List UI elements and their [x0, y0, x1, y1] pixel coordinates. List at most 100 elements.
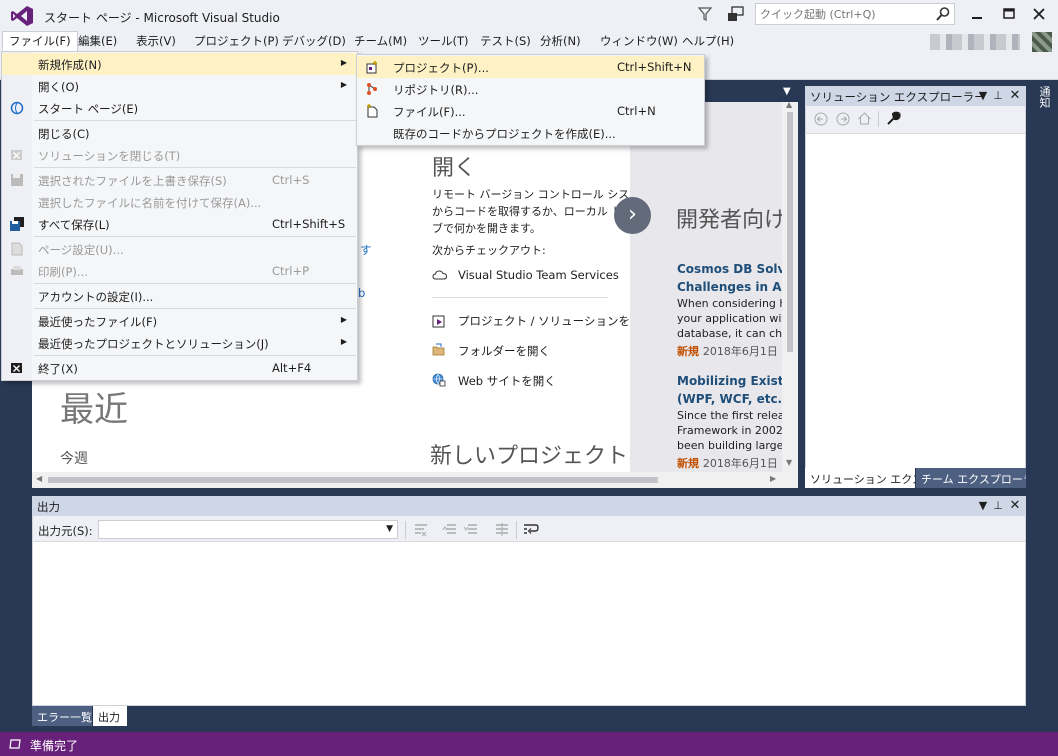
menu-tools[interactable]: ツール(T) [412, 32, 475, 50]
clear-all-icon[interactable] [493, 521, 511, 539]
news-item[interactable]: Mobilizing Existin (WPF, WCF, etc.) Sinc… [677, 372, 782, 471]
menu-edit[interactable]: 編集(E) [72, 32, 123, 50]
news-item[interactable]: Cosmos DB Solve Challenges in App When c… [677, 260, 782, 359]
cloud-icon [432, 270, 448, 280]
start-page-vertical-scrollbar[interactable]: ▲ ▼ [782, 102, 798, 472]
submenu-arrow-icon: ▶ [340, 315, 347, 324]
menu-analyze[interactable]: 分析(N) [534, 32, 587, 50]
menu-item-project-from-existing-code[interactable]: 既存のコードからプロジェクトを作成(E)... [357, 122, 704, 144]
solution-explorer-title: ソリューション エクスプローラー [810, 90, 986, 104]
tab-team-explorer[interactable]: チーム エクスプローラー [916, 468, 1026, 488]
menu-item-new-repository[interactable]: リポジトリ(R)... [357, 78, 704, 100]
menu-item-print[interactable]: 印刷(P)... Ctrl+P [2, 260, 357, 282]
wrench-icon[interactable] [886, 111, 901, 126]
menu-item-close-solution[interactable]: ソリューションを閉じる(T) [2, 144, 357, 166]
file-menu-dropdown: 新規作成(N) ▶ 開く(O) ▶ スタート ページ(E) 閉じる(C) ソリュ… [1, 51, 358, 381]
start-page-partial-link[interactable]: す [360, 242, 372, 258]
submenu-arrow-icon: ▶ [340, 80, 347, 89]
menu-item-recent-projects[interactable]: 最近使ったプロジェクトとソリューション(J) ▶ [2, 332, 357, 354]
vsts-link[interactable]: Visual Studio Team Services [458, 268, 619, 282]
open-heading: 開く [432, 156, 477, 181]
menu-item-new-project[interactable]: プロジェクト(P)... Ctrl+Shift+N [357, 56, 704, 78]
scroll-thumb[interactable] [48, 477, 658, 483]
output-title-bar[interactable] [32, 496, 1026, 516]
menu-item-new[interactable]: 新規作成(N) ▶ [2, 53, 357, 75]
chevron-down-icon[interactable]: ▼ [976, 89, 990, 103]
next-message-icon[interactable] [462, 521, 480, 539]
maximize-button[interactable] [997, 5, 1021, 23]
menu-window[interactable]: ウィンドウ(W) [594, 32, 684, 50]
scroll-thumb[interactable] [787, 112, 793, 352]
start-page-horizontal-scrollbar[interactable]: ◀ ▶ [32, 472, 784, 488]
menu-item-save-all[interactable]: すべて保存(L) Ctrl+Shift+S [2, 213, 357, 235]
output-title: 出力 [37, 500, 60, 514]
new-badge: 新規 [677, 345, 699, 358]
menu-debug[interactable]: デバッグ(D) [276, 32, 352, 50]
quick-launch-input[interactable] [756, 4, 932, 24]
open-website-link[interactable]: Web サイトを開く [458, 373, 556, 389]
quick-launch-box[interactable] [755, 3, 955, 25]
menu-help[interactable]: ヘルプ(H) [676, 32, 740, 50]
menu-item-page-setup[interactable]: ページ設定(U)... [2, 238, 357, 260]
menu-item-close[interactable]: 閉じる(C) [2, 122, 357, 144]
menu-item-exit[interactable]: 終了(X) Alt+F4 [2, 357, 357, 379]
news-heading: 開発者向け [676, 208, 782, 233]
menu-item-new-file[interactable]: ファイル(F)... Ctrl+N [357, 100, 704, 122]
scroll-right-icon[interactable]: ▶ [770, 474, 776, 483]
menu-separator [34, 355, 356, 356]
forward-icon[interactable] [836, 112, 850, 126]
this-week-label: 今週 [60, 451, 88, 467]
close-icon[interactable]: ✕ [1008, 89, 1022, 103]
tab-output[interactable]: 出力 [93, 706, 127, 726]
menu-item-save-as[interactable]: 選択したファイルに名前を付けて保存(A)... [2, 191, 357, 213]
toggle-word-wrap-icon[interactable] [522, 521, 540, 539]
pin-icon[interactable]: ⊥ [991, 499, 1005, 513]
visual-studio-logo-icon [11, 6, 33, 26]
close-icon[interactable]: ✕ [1008, 499, 1022, 513]
menu-test[interactable]: テスト(S) [474, 32, 537, 50]
notifications-tab[interactable]: 通知 [1030, 86, 1052, 116]
menu-view[interactable]: 表示(V) [130, 32, 182, 50]
pin-icon[interactable]: ⊥ [991, 89, 1005, 103]
chevron-down-icon[interactable]: ▼ [386, 524, 393, 534]
menu-item-open[interactable]: 開く(O) ▶ [2, 75, 357, 97]
start-page-partial-link[interactable]: b [358, 286, 365, 300]
close-window-button[interactable] [1027, 5, 1051, 23]
tab-error-list[interactable]: エラー一覧 [32, 706, 92, 726]
tab-solution-explorer[interactable]: ソリューション エクス... [805, 468, 915, 488]
previous-message-icon[interactable] [441, 521, 459, 539]
menu-item-recent-files[interactable]: 最近使ったファイル(F) ▶ [2, 310, 357, 332]
chevron-down-icon[interactable]: ▼ [976, 499, 990, 513]
menu-item-start-page[interactable]: スタート ページ(E) [2, 97, 357, 119]
open-project-link[interactable]: プロジェクト / ソリューションを開く [458, 313, 653, 329]
scroll-down-icon[interactable]: ▼ [786, 458, 792, 467]
account-avatar[interactable] [1032, 32, 1052, 52]
menu-team[interactable]: チーム(M) [348, 32, 413, 50]
menu-file[interactable]: ファイル(F) [2, 31, 78, 52]
new-submenu: プロジェクト(P)... Ctrl+Shift+N リポジトリ(R)... ファ… [356, 54, 705, 146]
news-date: 2018年6月1日 [702, 457, 778, 470]
search-icon[interactable] [935, 6, 951, 22]
menu-item-save[interactable]: 選択されたファイルを上書き保存(S) Ctrl+S [2, 169, 357, 191]
repository-icon [367, 83, 377, 95]
menu-item-account-settings[interactable]: アカウントの設定(I)... [2, 285, 357, 307]
document-list-dropdown[interactable]: ▼ [783, 86, 797, 100]
menu-project[interactable]: プロジェクト(P) [188, 32, 285, 50]
minimize-button[interactable] [965, 5, 989, 23]
new-project-icon [366, 61, 377, 74]
scroll-up-icon[interactable]: ▲ [786, 102, 792, 109]
toolbar-divider [878, 111, 879, 127]
open-folder-link[interactable]: フォルダーを開く [458, 343, 550, 359]
account-name[interactable] [930, 34, 1020, 50]
back-icon[interactable] [814, 112, 828, 126]
menu-separator [34, 167, 356, 168]
collapse-news-button[interactable]: › [614, 197, 651, 234]
feedback-filter-icon[interactable] [697, 6, 713, 22]
new-project-heading: 新しいプロジェクト [430, 444, 629, 469]
find-message-icon[interactable] [412, 521, 430, 539]
home-icon[interactable] [857, 111, 872, 126]
output-source-select[interactable]: ▼ [98, 520, 398, 539]
scroll-left-icon[interactable]: ◀ [36, 474, 42, 483]
toolbar-divider [516, 521, 517, 539]
send-feedback-icon[interactable] [727, 5, 745, 23]
